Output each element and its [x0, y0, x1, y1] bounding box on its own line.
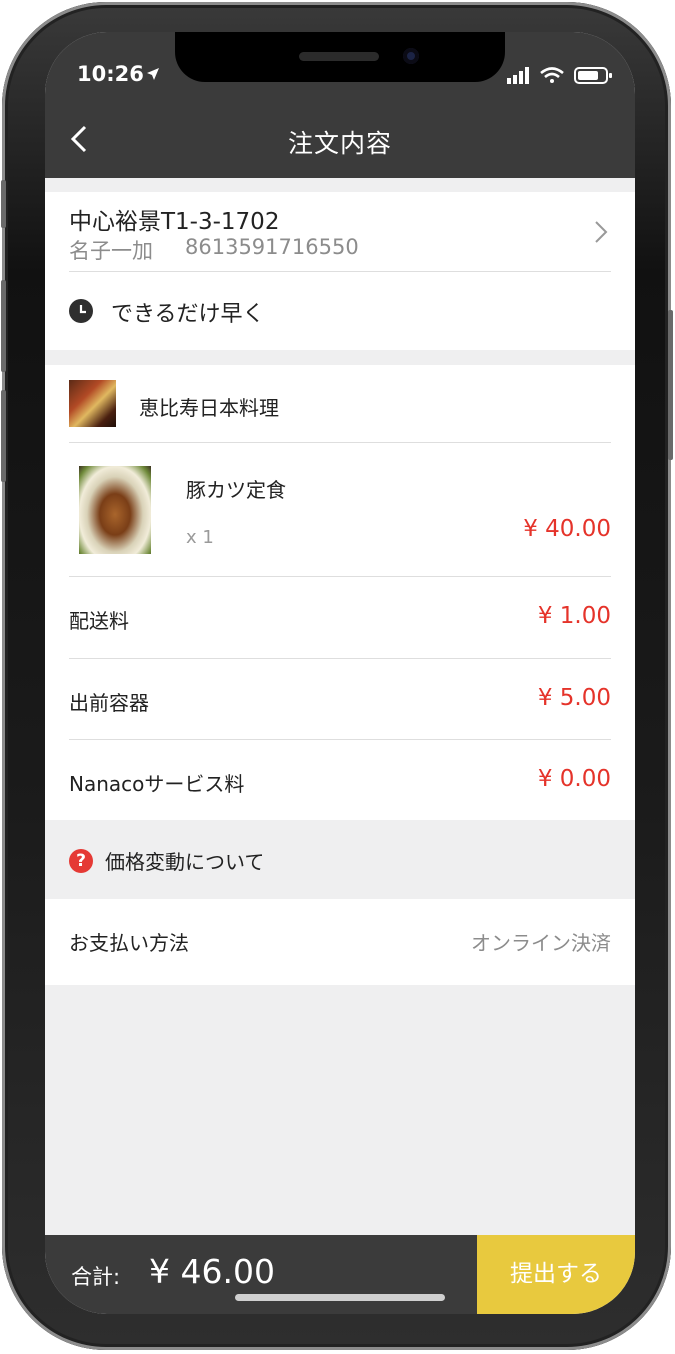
speaker — [299, 52, 379, 61]
food-thumbnail — [79, 466, 151, 554]
container-fee-label: 出前容器 — [69, 691, 149, 715]
payment-method-value: オンライン決済 — [471, 931, 611, 955]
item-name: 豚カツ定食 — [186, 478, 286, 502]
divider — [69, 658, 611, 659]
price-change-notice[interactable]: 価格変動について — [105, 846, 264, 875]
delivery-address: 中心裕景T1-3-1702 — [69, 209, 280, 235]
shop-name[interactable]: 恵比寿日本料理 — [139, 392, 279, 421]
mute-switch — [1, 180, 6, 228]
notch — [175, 32, 505, 82]
clock-icon — [69, 299, 93, 323]
service-fee-value: ¥ 0.00 — [537, 766, 611, 792]
total-label: 合計: — [71, 1265, 121, 1289]
contact-phone: 8613591716550 — [185, 235, 359, 259]
delivery-fee-label: 配送料 — [69, 609, 129, 633]
delivery-fee-value: ¥ 1.00 — [537, 603, 611, 629]
container-fee-value: ¥ 5.00 — [537, 685, 611, 711]
location-arrow-icon — [147, 68, 159, 80]
power-button — [668, 310, 673, 460]
front-camera — [403, 48, 419, 64]
phone-frame: 10:26 注文内容 中心裕景T1-3-1702 名子一加 8613591716… — [1, 2, 673, 1350]
signal-icon — [507, 67, 529, 84]
order-card — [45, 365, 635, 820]
divider — [69, 271, 611, 272]
screen: 10:26 注文内容 中心裕景T1-3-1702 名子一加 8613591716… — [45, 32, 635, 1314]
volume-up-button — [1, 280, 6, 372]
item-quantity: x 1 — [186, 527, 214, 548]
delivery-time-label[interactable]: できるだけ早く — [111, 296, 265, 328]
contact-name: 名子一加 — [69, 239, 153, 263]
page-title: 注文内容 — [287, 129, 392, 158]
home-indicator[interactable] — [235, 1294, 445, 1301]
chevron-right-icon[interactable] — [593, 220, 609, 244]
divider — [69, 576, 611, 577]
wifi-icon — [540, 67, 564, 83]
total-amount: ¥ 46.00 — [149, 1252, 275, 1291]
question-icon[interactable]: ? — [69, 849, 93, 873]
submit-order-button[interactable]: 提出する — [477, 1235, 635, 1314]
battery-icon — [574, 67, 612, 84]
item-price: ¥ 40.00 — [523, 516, 611, 542]
divider — [69, 442, 611, 443]
status-time: 10:26 — [77, 62, 144, 86]
divider — [69, 739, 611, 740]
service-fee-label: Nanacoサービス料 — [69, 772, 245, 796]
shop-thumbnail — [69, 380, 116, 427]
volume-down-button — [1, 390, 6, 482]
status-indicators — [507, 67, 612, 84]
payment-method-label: お支払い方法 — [69, 931, 189, 955]
